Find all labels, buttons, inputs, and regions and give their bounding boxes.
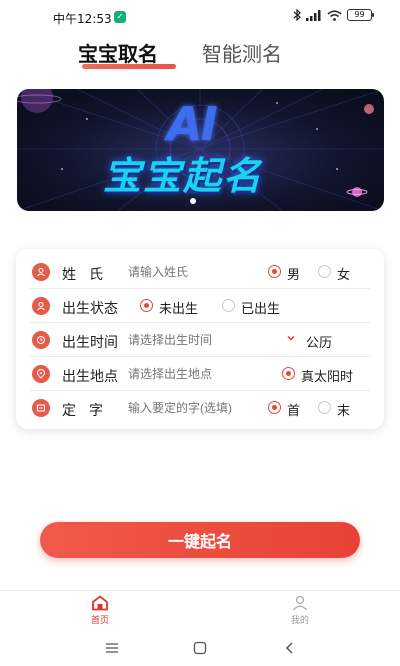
app-notification-icon: ✓ — [114, 11, 126, 23]
gender-male-radio[interactable] — [268, 265, 281, 278]
back-icon[interactable] — [282, 641, 298, 655]
nav-home[interactable]: 首页 — [70, 595, 130, 626]
birth-time-input[interactable] — [128, 333, 268, 347]
gender-female-radio[interactable] — [318, 265, 331, 278]
clock-icon — [32, 331, 50, 349]
home-icon — [92, 595, 108, 611]
not-born-label: 未出生 — [159, 302, 199, 317]
surname-row: 姓氏 男 女 — [16, 255, 384, 289]
birth-status-row: 出生状态 未出生 已出生 — [16, 289, 384, 323]
birth-place-input[interactable] — [128, 367, 268, 381]
born-radio[interactable] — [222, 299, 235, 312]
position-last-radio[interactable] — [318, 401, 331, 414]
solar-time-radio[interactable] — [282, 367, 295, 380]
born-label: 已出生 — [241, 302, 281, 317]
position-first-label: 首 — [287, 404, 301, 419]
character-icon — [32, 399, 50, 417]
status-indicators: 99 — [293, 9, 374, 21]
user-icon — [293, 595, 307, 611]
calendar-type-selector[interactable]: 公历 — [306, 332, 332, 351]
birth-time-label: 出生时间 — [62, 335, 118, 351]
surname-input[interactable] — [128, 265, 248, 279]
location-icon — [32, 365, 50, 383]
chevron-down-icon[interactable] — [286, 333, 296, 343]
bottom-nav: 首页 我的 — [0, 590, 400, 632]
tab-baby-naming[interactable]: 宝宝取名 — [78, 38, 158, 67]
fixed-char-row: 定字 首 末 — [16, 391, 384, 425]
nav-home-label: 首页 — [90, 616, 109, 626]
home-square-icon[interactable] — [192, 641, 208, 655]
bluetooth-icon — [293, 9, 301, 21]
solar-time-label: 真太阳时 — [301, 370, 354, 385]
position-first-radio[interactable] — [268, 401, 281, 414]
top-tabs: 宝宝取名 智能测名 — [0, 38, 400, 74]
promo-banner[interactable]: AI 宝宝起名 — [17, 89, 384, 211]
banner-page-indicator — [190, 198, 196, 204]
gender-female-label: 女 — [337, 268, 351, 283]
banner-title: 宝宝起名 — [103, 154, 264, 198]
status-bar: 中午12:53 ✓ 99 — [0, 0, 400, 34]
naming-form-card: 姓氏 男 女 出生状态 未出生 已出生 出生时间 — [16, 249, 384, 429]
not-born-radio[interactable] — [140, 299, 153, 312]
generate-name-button[interactable]: 一键起名 — [40, 522, 360, 558]
birth-time-row: 出生时间 公历 — [16, 323, 384, 357]
wifi-icon — [327, 10, 342, 21]
surname-label: 姓氏 — [62, 267, 116, 283]
surname-icon — [32, 263, 50, 281]
birth-place-label: 出生地点 — [62, 369, 118, 385]
signal-icon — [306, 9, 321, 21]
gender-male-label: 男 — [287, 268, 301, 283]
status-time: 中午12:53 — [53, 12, 112, 26]
nav-mine[interactable]: 我的 — [270, 595, 330, 626]
tab-name-test[interactable]: 智能测名 — [202, 38, 282, 67]
position-last-label: 末 — [337, 404, 351, 419]
birth-place-row: 出生地点 真太阳时 — [16, 357, 384, 391]
baby-naming-page: 中午12:53 ✓ 99 宝宝取名 智能测名 AI 宝宝起名 姓氏 请输入姓氏 … — [0, 0, 400, 666]
birth-status-icon — [32, 297, 50, 315]
fixed-char-label: 定字 — [62, 403, 116, 419]
nav-mine-label: 我的 — [290, 616, 309, 626]
birth-status-label: 出生状态 — [62, 301, 118, 317]
battery-icon: 99 — [347, 9, 374, 21]
banner-ai-text: AI — [167, 97, 218, 151]
fixed-char-input[interactable] — [128, 401, 268, 415]
system-navigation-bar — [0, 632, 400, 666]
menu-icon[interactable] — [104, 641, 120, 655]
